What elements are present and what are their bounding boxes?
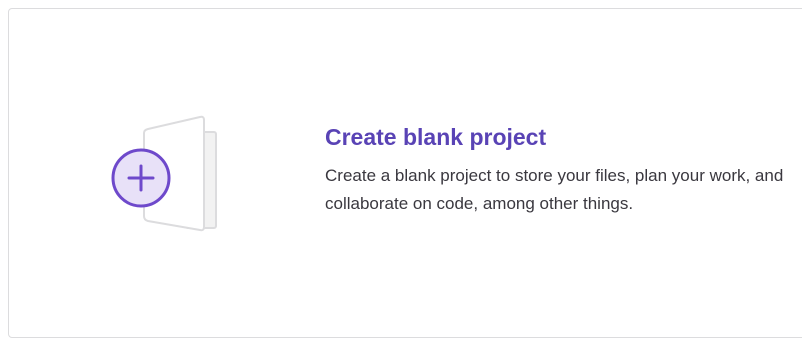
blank-project-icon <box>111 115 217 232</box>
blank-project-illustration <box>110 115 230 240</box>
create-blank-project-card[interactable]: Create blank project Create a blank proj… <box>8 8 802 338</box>
card-title[interactable]: Create blank project <box>325 122 802 152</box>
card-text: Create blank project Create a blank proj… <box>325 122 802 218</box>
card-description: Create a blank project to store your fil… <box>325 166 784 213</box>
